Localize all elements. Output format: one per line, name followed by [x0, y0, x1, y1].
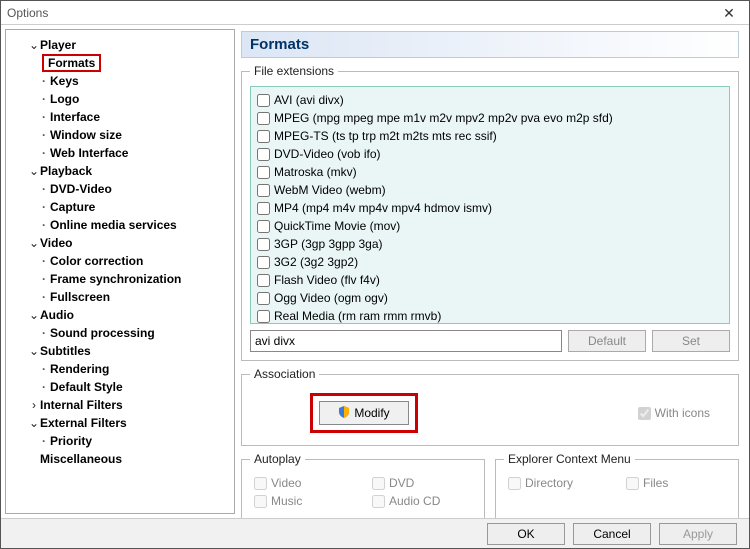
titlebar: Options ✕ [1, 1, 749, 25]
format-checkbox[interactable] [257, 274, 270, 287]
set-button[interactable]: Set [652, 330, 730, 352]
tree-priority[interactable]: Priority [42, 434, 92, 448]
modify-highlight: Modify [310, 393, 418, 433]
autoplay-legend: Autoplay [250, 452, 305, 466]
format-label: MPEG (mpg mpeg mpe m1v m2v mpv2 mp2v pva… [274, 109, 613, 127]
format-label: MP4 (mp4 m4v mp4v mpv4 hdmov ismv) [274, 199, 492, 217]
ok-button[interactable]: OK [487, 523, 565, 545]
tree-window-size[interactable]: Window size [42, 128, 122, 142]
format-checkbox[interactable] [257, 166, 270, 179]
default-button[interactable]: Default [568, 330, 646, 352]
tree-player[interactable]: Player [40, 38, 76, 52]
tree-subtitles[interactable]: Subtitles [40, 344, 91, 358]
tree-logo[interactable]: Logo [42, 92, 79, 106]
tree-formats[interactable]: Formats [42, 54, 101, 72]
tree-interface[interactable]: Interface [42, 110, 100, 124]
format-checkbox[interactable] [257, 184, 270, 197]
tree-keys[interactable]: Keys [42, 74, 79, 88]
window-title: Options [7, 6, 48, 20]
association-legend: Association [250, 367, 319, 381]
context-menu-legend: Explorer Context Menu [504, 452, 635, 466]
tree-playback[interactable]: Playback [40, 164, 92, 178]
shield-icon [338, 406, 350, 421]
formats-list[interactable]: AVI (avi divx) MPEG (mpg mpeg mpe m1v m2… [250, 86, 730, 324]
format-checkbox[interactable] [257, 112, 270, 125]
chevron-down-icon[interactable]: ⌄ [28, 414, 40, 432]
chevron-right-icon[interactable]: › [28, 396, 40, 414]
format-label: DVD-Video (vob ifo) [274, 145, 381, 163]
chevron-down-icon[interactable]: ⌄ [28, 306, 40, 324]
format-label: Ogg Video (ogm ogv) [274, 289, 388, 307]
format-checkbox[interactable] [257, 238, 270, 251]
autoplay-video[interactable]: Video [254, 476, 354, 490]
apply-button[interactable]: Apply [659, 523, 737, 545]
tree-color-correction[interactable]: Color correction [42, 254, 143, 268]
main-panel: Formats File extensions AVI (avi divx) M… [239, 25, 749, 518]
extensions-input[interactable] [250, 330, 562, 352]
tree-miscellaneous[interactable]: Miscellaneous [40, 452, 122, 466]
tree-rendering[interactable]: Rendering [42, 362, 109, 376]
format-checkbox[interactable] [257, 202, 270, 215]
context-menu-group: Explorer Context Menu Directory Files [495, 452, 739, 519]
format-label: AVI (avi divx) [274, 91, 344, 109]
with-icons-input[interactable] [638, 407, 651, 420]
chevron-down-icon[interactable]: ⌄ [28, 234, 40, 252]
with-icons-label: With icons [655, 406, 710, 420]
options-tree: ⌄Player Formats Keys Logo Interface Wind… [14, 36, 234, 468]
format-checkbox[interactable] [257, 148, 270, 161]
tree-audio[interactable]: Audio [40, 308, 74, 322]
dialog-footer: OK Cancel Apply [1, 518, 749, 548]
chevron-down-icon[interactable]: ⌄ [28, 36, 40, 54]
autoplay-audiocd[interactable]: Audio CD [372, 494, 472, 508]
tree-video[interactable]: Video [40, 236, 72, 250]
tree-dvd-video[interactable]: DVD-Video [42, 182, 112, 196]
format-checkbox[interactable] [257, 130, 270, 143]
tree-frame-sync[interactable]: Frame synchronization [42, 272, 181, 286]
tree-web-interface[interactable]: Web Interface [42, 146, 128, 160]
tree-external-filters[interactable]: External Filters [40, 416, 127, 430]
format-label: MPEG-TS (ts tp trp m2t m2ts mts rec ssif… [274, 127, 497, 145]
format-label: 3G2 (3g2 3gp2) [274, 253, 358, 271]
autoplay-dvd[interactable]: DVD [372, 476, 472, 490]
chevron-down-icon[interactable]: ⌄ [28, 162, 40, 180]
ctx-directory[interactable]: Directory [508, 476, 608, 490]
association-group: Association Modify With icons [241, 367, 739, 446]
format-label: QuickTime Movie (mov) [274, 217, 400, 235]
format-checkbox[interactable] [257, 220, 270, 233]
autoplay-group: Autoplay Video DVD Music Audio CD [241, 452, 485, 519]
format-label: 3GP (3gp 3gpp 3ga) [274, 235, 383, 253]
close-icon[interactable]: ✕ [709, 1, 749, 25]
format-checkbox[interactable] [257, 94, 270, 107]
chevron-down-icon[interactable]: ⌄ [28, 342, 40, 360]
format-label: WebM Video (webm) [274, 181, 386, 199]
tree-default-style[interactable]: Default Style [42, 380, 123, 394]
sidebar: ⌄Player Formats Keys Logo Interface Wind… [5, 29, 235, 514]
cancel-button[interactable]: Cancel [573, 523, 651, 545]
format-label: Matroska (mkv) [274, 163, 357, 181]
ctx-files[interactable]: Files [626, 476, 726, 490]
tree-online-media[interactable]: Online media services [42, 218, 177, 232]
format-label: Real Media (rm ram rmm rmvb) [274, 307, 441, 324]
autoplay-music[interactable]: Music [254, 494, 354, 508]
page-title: Formats [241, 31, 739, 58]
modify-button[interactable]: Modify [319, 401, 409, 425]
with-icons-checkbox[interactable]: With icons [638, 406, 710, 420]
format-label: Flash Video (flv f4v) [274, 271, 380, 289]
file-extensions-legend: File extensions [250, 64, 338, 78]
format-checkbox[interactable] [257, 256, 270, 269]
tree-sound-processing[interactable]: Sound processing [42, 326, 155, 340]
format-checkbox[interactable] [257, 292, 270, 305]
tree-fullscreen[interactable]: Fullscreen [42, 290, 110, 304]
file-extensions-group: File extensions AVI (avi divx) MPEG (mpg… [241, 64, 739, 361]
format-checkbox[interactable] [257, 310, 270, 323]
tree-internal-filters[interactable]: Internal Filters [40, 398, 123, 412]
modify-button-label: Modify [354, 406, 389, 420]
tree-capture[interactable]: Capture [42, 200, 95, 214]
